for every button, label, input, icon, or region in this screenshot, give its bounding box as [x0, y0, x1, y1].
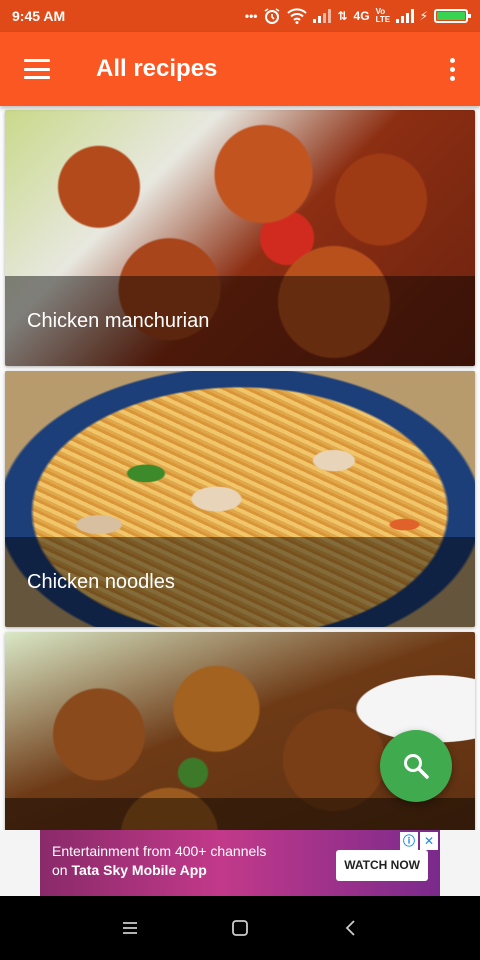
more-dots-icon: •••: [244, 9, 258, 23]
alarm-icon: [265, 8, 280, 24]
ad-info-icon[interactable]: ⓘ: [400, 832, 418, 850]
network-type: 4G: [353, 9, 370, 23]
system-nav-bar: [0, 896, 480, 960]
recipe-caption: Chicken noodles: [5, 537, 475, 627]
ad-banner[interactable]: Entertainment from 400+ channels on Tata…: [0, 830, 480, 896]
ad-content[interactable]: Entertainment from 400+ channels on Tata…: [40, 830, 440, 896]
signal-icon: [313, 9, 332, 23]
recipe-card[interactable]: Chicken noodles: [5, 371, 475, 627]
charging-icon: ⚡: [419, 9, 428, 23]
ad-brand: Tata Sky Mobile App: [71, 862, 207, 878]
watch-now-button[interactable]: WATCH NOW: [336, 850, 428, 881]
hamburger-icon: [24, 59, 50, 79]
volte-icon: Vo LTE: [375, 7, 391, 24]
recipe-title: Chicken noodles: [27, 570, 175, 593]
more-vert-icon: [449, 57, 455, 81]
signal-icon: [395, 9, 414, 23]
recents-button[interactable]: [110, 908, 150, 948]
recipe-caption: Chicken manchurian: [5, 276, 475, 366]
recents-icon: [123, 922, 137, 934]
wifi-icon: [287, 8, 308, 24]
search-icon: [404, 754, 429, 779]
recipe-card[interactable]: Chicken manchurian: [5, 110, 475, 366]
back-button[interactable]: [330, 908, 370, 948]
data-arrows-icon: ⇅: [337, 9, 348, 23]
recipe-caption: [5, 798, 475, 830]
app-bar: All recipes: [0, 32, 480, 106]
search-fab[interactable]: [380, 730, 452, 802]
recipe-title: Chicken manchurian: [27, 309, 210, 332]
home-button[interactable]: [220, 908, 260, 948]
home-icon: [232, 920, 248, 936]
recipe-list[interactable]: Chicken manchurian Chicken noodles: [0, 106, 480, 830]
status-bar: 9:45 AM ••• ⇅ 4G Vo LTE ⚡: [0, 0, 480, 32]
status-icons: ••• ⇅ 4G Vo LTE ⚡: [244, 7, 471, 25]
battery-icon: [434, 9, 471, 23]
ad-close-icon[interactable]: ✕: [420, 832, 438, 850]
overflow-menu-button[interactable]: [424, 32, 480, 106]
page-title: All recipes: [96, 55, 218, 82]
status-time: 9:45 AM: [12, 8, 66, 24]
menu-button[interactable]: [0, 32, 74, 106]
back-icon: [345, 920, 355, 936]
